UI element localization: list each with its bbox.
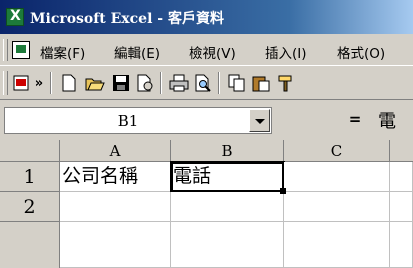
formula-bar: B1 = 電 <box>0 100 413 140</box>
paste-icon[interactable] <box>250 72 272 94</box>
menu-edit[interactable]: 編輯(E) <box>114 42 160 62</box>
excel-app-icon[interactable] <box>6 8 24 26</box>
document-icon[interactable] <box>12 41 30 59</box>
edit-formula-button[interactable]: = <box>345 110 365 128</box>
cell-c2[interactable] <box>284 192 390 222</box>
cell-d1[interactable] <box>390 162 413 192</box>
fill-handle[interactable] <box>280 188 286 194</box>
menu-file[interactable]: 檔案(F) <box>40 42 85 62</box>
toolbar-grip-handle[interactable] <box>3 71 8 95</box>
format-painter-icon[interactable] <box>274 72 296 94</box>
formula-input[interactable]: 電 <box>378 107 396 133</box>
worksheet-grid: A B C 1 2 公司名稱 電話 <box>0 140 413 268</box>
cell-b3[interactable] <box>171 222 284 268</box>
column-header-d[interactable] <box>390 140 413 162</box>
toolbar-separator <box>218 72 220 94</box>
select-all-button[interactable] <box>0 140 60 162</box>
more-chevron-icon[interactable]: » <box>32 72 46 94</box>
save-icon[interactable] <box>110 72 132 94</box>
new-icon[interactable] <box>58 72 80 94</box>
cell-b2[interactable] <box>171 192 284 222</box>
standard-toolbar: » <box>0 66 413 100</box>
name-box-dropdown-button[interactable] <box>249 109 270 132</box>
cell-d2[interactable] <box>390 192 413 222</box>
menu-insert[interactable]: 插入(I) <box>265 42 307 62</box>
open-icon[interactable] <box>84 72 106 94</box>
menu-format[interactable]: 格式(O) <box>337 42 385 62</box>
permission-icon[interactable] <box>134 72 156 94</box>
column-header-a[interactable]: A <box>60 140 171 162</box>
column-header-b[interactable]: B <box>171 140 284 162</box>
name-box-value[interactable]: B1 <box>5 112 251 130</box>
window-title: Microsoft Excel - 客戶資料 <box>30 11 224 27</box>
print-preview-icon[interactable] <box>192 72 214 94</box>
title-bar[interactable]: Microsoft Excel - 客戶資料 <box>0 0 413 34</box>
cell-a2[interactable] <box>60 192 171 222</box>
add-in-icon[interactable] <box>10 72 32 94</box>
cell-b1[interactable]: 電話 <box>170 161 285 193</box>
column-header-c[interactable]: C <box>284 140 390 162</box>
cell-a1[interactable]: 公司名稱 <box>60 162 171 192</box>
cell-c3[interactable] <box>284 222 390 268</box>
name-box[interactable]: B1 <box>4 107 272 134</box>
menu-grip-handle[interactable] <box>3 39 8 61</box>
row-header-3[interactable] <box>0 222 60 268</box>
cell-d3[interactable] <box>390 222 413 268</box>
toolbar-separator <box>160 72 162 94</box>
row-header-1[interactable]: 1 <box>0 162 60 192</box>
menu-bar: 檔案(F) 編輯(E) 檢視(V) 插入(I) 格式(O) <box>0 34 413 66</box>
toolbar-separator <box>50 72 52 94</box>
cell-c1[interactable] <box>284 162 390 192</box>
copy-icon[interactable] <box>226 72 248 94</box>
row-header-2[interactable]: 2 <box>0 192 60 222</box>
menu-view[interactable]: 檢視(V) <box>189 42 236 62</box>
print-icon[interactable] <box>168 72 190 94</box>
cell-a3[interactable] <box>60 222 171 268</box>
